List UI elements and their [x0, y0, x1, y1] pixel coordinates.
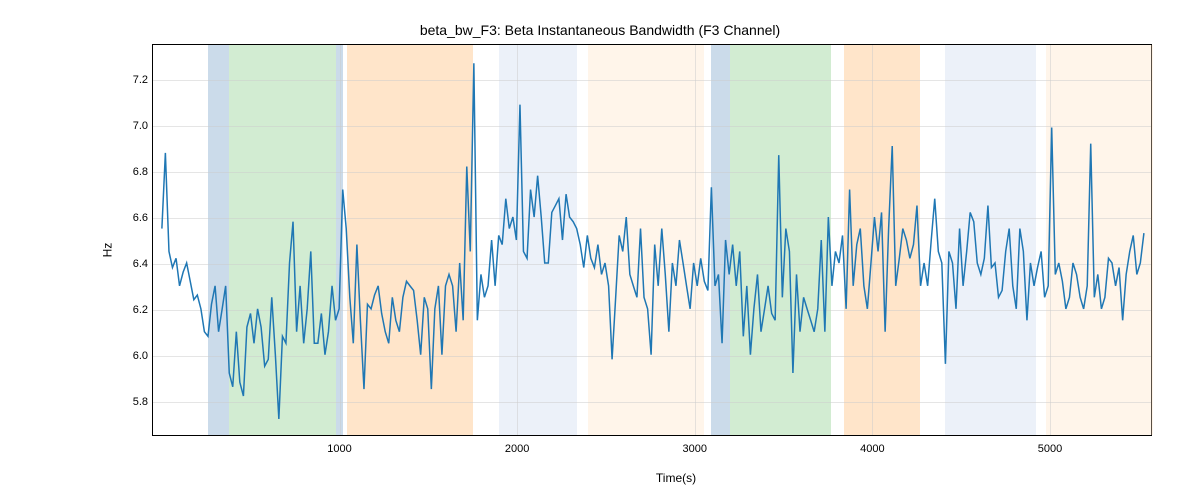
chart-title: beta_bw_F3: Beta Instantaneous Bandwidth… [0, 22, 1200, 38]
x-axis-label: Time(s) [0, 471, 1200, 485]
y-tick-label: 7.0 [108, 120, 148, 132]
y-tick-label: 6.0 [108, 350, 148, 362]
x-tick-label: 4000 [860, 443, 884, 455]
plot-area: 5.86.06.26.46.66.87.07.21000200030004000… [152, 44, 1152, 436]
x-tick-label: 5000 [1038, 443, 1062, 455]
y-tick-label: 6.2 [108, 304, 148, 316]
x-tick-label: 3000 [682, 443, 706, 455]
y-tick-label: 5.8 [108, 396, 148, 408]
y-tick-label: 6.4 [108, 258, 148, 270]
x-tick-label: 2000 [505, 443, 529, 455]
y-tick-label: 7.2 [108, 74, 148, 86]
chart-figure: beta_bw_F3: Beta Instantaneous Bandwidth… [0, 0, 1200, 500]
x-tick-label: 1000 [327, 443, 351, 455]
y-tick-label: 6.6 [108, 212, 148, 224]
y-axis-label: Hz [100, 243, 114, 258]
data-line [162, 63, 1144, 419]
y-tick-label: 6.8 [108, 166, 148, 178]
line-svg [153, 45, 1151, 435]
